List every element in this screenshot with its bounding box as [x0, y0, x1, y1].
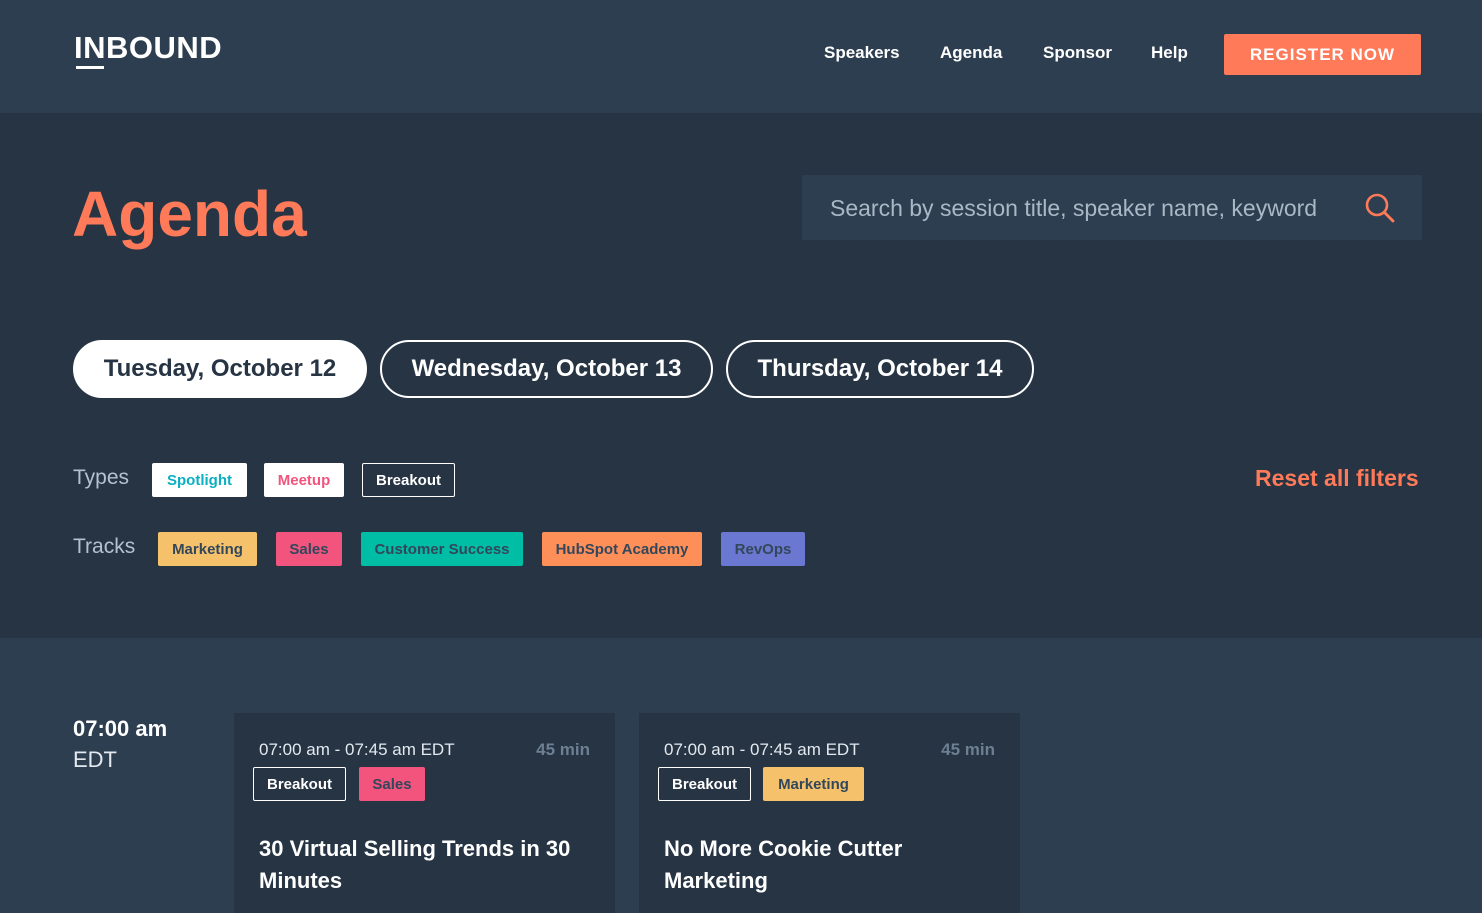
reset-filters-link[interactable]: Reset all filters: [1255, 465, 1419, 492]
session-duration: 45 min: [536, 740, 590, 759]
type-chip-meetup[interactable]: Meetup: [264, 463, 344, 497]
search-input[interactable]: [828, 175, 1352, 242]
track-chip-hubspot-academy[interactable]: HubSpot Academy: [542, 532, 702, 566]
nav-help[interactable]: Help: [1151, 43, 1188, 63]
types-label: Types: [73, 466, 130, 489]
type-chip-spotlight[interactable]: Spotlight: [152, 463, 247, 497]
type-chip-breakout[interactable]: Breakout: [362, 463, 455, 497]
nav-sponsor[interactable]: Sponsor: [1043, 43, 1112, 63]
time-slot-zone: EDT: [73, 747, 117, 772]
day-tab-tuesday[interactable]: Tuesday, October 12: [73, 340, 367, 398]
tracks-label: Tracks: [73, 535, 136, 558]
session-title[interactable]: 30 Virtual Selling Trends in 30 Minutes: [259, 833, 599, 897]
search-box: [802, 175, 1422, 242]
page-title: Agenda: [72, 178, 307, 250]
inbound-logo[interactable]: INBOUND: [74, 30, 222, 66]
session-title[interactable]: No More Cookie Cutter Marketing: [664, 833, 1004, 897]
session-time-range: 07:00 am - 07:45 am EDT: [259, 740, 455, 759]
track-chip-marketing[interactable]: Marketing: [158, 532, 257, 566]
session-time-range: 07:00 am - 07:45 am EDT: [664, 740, 860, 759]
session-track-tag: Marketing: [763, 767, 864, 801]
track-chip-sales[interactable]: Sales: [276, 532, 342, 566]
time-slot-label: 07:00 am: [73, 716, 168, 741]
day-tab-thursday[interactable]: Thursday, October 14: [726, 340, 1034, 398]
nav-speakers[interactable]: Speakers: [824, 43, 900, 63]
site-header: INBOUND Speakers Agenda Sponsor Help REG…: [0, 0, 1482, 113]
session-card[interactable]: 07:00 am - 07:45 am EDT 45 min Breakout …: [639, 713, 1020, 913]
session-track-tag: Sales: [359, 767, 425, 801]
day-tab-wednesday[interactable]: Wednesday, October 13: [380, 340, 713, 398]
session-type-tag: Breakout: [658, 767, 751, 801]
session-type-tag: Breakout: [253, 767, 346, 801]
agenda-filter-panel: Agenda Tuesday, October 12 Wednesday, Oc…: [0, 113, 1482, 638]
track-chip-customer-success[interactable]: Customer Success: [361, 532, 523, 566]
search-icon[interactable]: [1364, 192, 1396, 224]
nav-agenda[interactable]: Agenda: [940, 43, 1002, 63]
session-card[interactable]: 07:00 am - 07:45 am EDT 45 min Breakout …: [234, 713, 615, 913]
register-now-button[interactable]: REGISTER NOW: [1224, 34, 1421, 75]
session-duration: 45 min: [941, 740, 995, 759]
track-chip-revops[interactable]: RevOps: [721, 532, 805, 566]
logo-underline: [76, 66, 104, 69]
